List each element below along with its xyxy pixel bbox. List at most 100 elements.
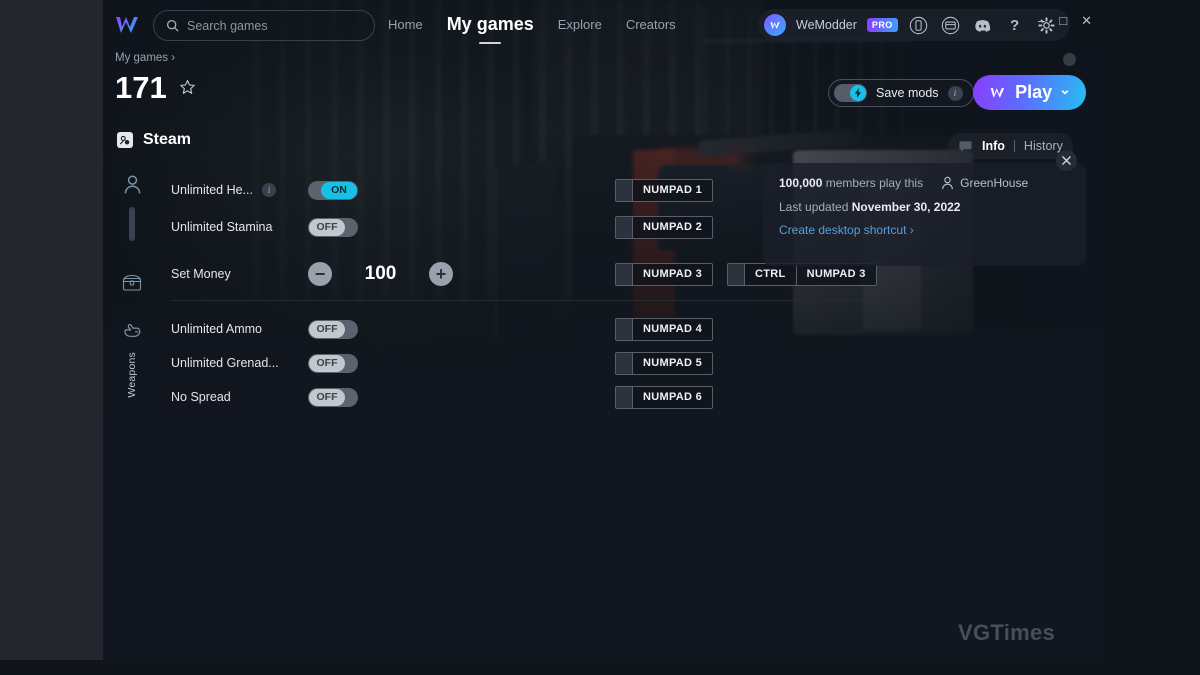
title-row: 171: [115, 72, 196, 103]
cheat-toggle[interactable]: OFF: [308, 387, 358, 407]
page-title: 171: [115, 70, 167, 105]
nav-item-home[interactable]: Home: [388, 17, 423, 34]
save-mods-switch[interactable]: [834, 84, 867, 102]
cheat-info-icon[interactable]: i: [261, 183, 276, 197]
window-panel-icon[interactable]: [940, 14, 962, 36]
minus-icon: −: [314, 264, 326, 284]
hotkey-list: NUMPAD 2: [615, 215, 714, 239]
platform-badge: Steam: [117, 131, 191, 149]
increment-button[interactable]: +: [429, 262, 453, 286]
hotkey-chip[interactable]: NUMPAD 6: [615, 385, 714, 409]
members-label: members play this: [825, 176, 924, 190]
hotkey-chip[interactable]: NUMPAD 2: [615, 215, 714, 239]
cheat-group-weapons: Weapons Unlimited Ammo OFF NUMPAD 4 Unli…: [103, 312, 1103, 422]
hotkey-grip[interactable]: [616, 352, 633, 374]
hotkey-chip[interactable]: NUMPAD 4: [615, 317, 714, 341]
cheat-toggle[interactable]: OFF: [308, 319, 358, 339]
account-name[interactable]: WeModder: [796, 18, 857, 32]
nav-item-explore[interactable]: Explore: [558, 17, 602, 34]
hotkey-chip[interactable]: NUMPAD 3: [615, 262, 714, 286]
hotkey-key: NUMPAD 6: [643, 391, 703, 403]
hotkey-grip[interactable]: [616, 216, 633, 238]
save-mods-info-icon[interactable]: i: [947, 85, 963, 101]
hotkey-list: NUMPAD 4: [615, 317, 714, 341]
hotkey-key: NUMPAD 3: [795, 263, 876, 285]
cheat-toggle[interactable]: ON: [308, 180, 358, 200]
hotkey-grip[interactable]: [616, 179, 633, 201]
chevron-down-icon[interactable]: ⌄: [1059, 81, 1071, 98]
cheat-toggle[interactable]: OFF: [308, 217, 358, 237]
decrement-button[interactable]: −: [308, 262, 332, 286]
plus-icon: +: [435, 264, 447, 284]
wemod-app-window: Policia Search games: [103, 0, 1103, 662]
maximize-button[interactable]: □: [1059, 14, 1067, 27]
close-button[interactable]: ✕: [1081, 14, 1092, 27]
create-desktop-shortcut-link[interactable]: Create desktop shortcut ›: [779, 223, 1070, 237]
cheat-label: Unlimited He... i: [171, 183, 276, 197]
game-info-panel: 100,000 members play this GreenHouse Las…: [763, 150, 1086, 266]
desktop-background: Policia Search games: [0, 0, 1200, 675]
hotkey-chip[interactable]: NUMPAD 5: [615, 351, 714, 375]
breadcrumb-my-games[interactable]: My games: [115, 52, 168, 64]
stepper-value: 100: [364, 263, 397, 284]
hotkey-key: NUMPAD 2: [643, 221, 703, 233]
chat-bubble-icon[interactable]: [958, 140, 973, 153]
cheat-row-unlimited-ammo[interactable]: Unlimited Ammo OFF NUMPAD 4: [103, 312, 1103, 346]
desktop-left-area: [0, 0, 103, 675]
toggle-knob: ON: [321, 181, 357, 199]
account-pill: WeModder PRO ?: [758, 9, 1070, 41]
hotkey-key: NUMPAD 3: [643, 268, 703, 280]
members-count-text: 100,000 members play this: [779, 176, 923, 190]
hotkey-grip[interactable]: [616, 263, 633, 285]
hotkey-key: NUMPAD 5: [643, 357, 703, 369]
hotkey-grip[interactable]: [616, 318, 633, 340]
play-label: Play: [1015, 82, 1053, 102]
top-bar: Search games Home My games Explore Creat…: [103, 0, 1103, 50]
wemod-avatar-icon[interactable]: [764, 14, 786, 36]
nav-item-creators[interactable]: Creators: [626, 17, 676, 34]
search-placeholder: Search games: [187, 18, 268, 33]
phone-panel-icon[interactable]: [908, 14, 930, 36]
wemod-logo-icon[interactable]: [113, 12, 143, 38]
save-mods-label: Save mods: [876, 86, 939, 100]
hotkey-list: NUMPAD 5: [615, 351, 714, 375]
tab-history[interactable]: History: [1024, 139, 1063, 153]
desktop-bottom-area: [0, 660, 1200, 675]
watermark: VGTimes: [958, 620, 1056, 645]
shortcut-chevron-icon: ›: [909, 223, 914, 237]
person-icon: [942, 176, 953, 190]
star-icon[interactable]: [179, 79, 196, 96]
hotkey-grip[interactable]: [728, 263, 746, 285]
scrollbar-thumb[interactable]: [1063, 53, 1076, 66]
tab-info[interactable]: Info: [982, 139, 1005, 153]
cheat-row-no-spread[interactable]: No Spread OFF NUMPAD 6: [103, 380, 1103, 414]
save-mods-toggle[interactable]: Save mods i: [828, 79, 974, 107]
close-icon[interactable]: [1056, 150, 1077, 171]
bolt-icon: [850, 85, 866, 101]
cheat-name: Unlimited Ammo: [171, 322, 262, 336]
hotkey-key: NUMPAD 4: [643, 323, 703, 335]
discord-icon[interactable]: [972, 14, 994, 36]
nav-item-my-games[interactable]: My games: [447, 14, 534, 37]
last-updated-label: Last updated: [779, 200, 849, 214]
hotkey-key: NUMPAD 1: [643, 184, 703, 196]
steam-icon: [117, 132, 133, 148]
tab-separator: [1013, 140, 1015, 152]
play-button[interactable]: Play ⌄: [973, 75, 1086, 110]
author-name[interactable]: GreenHouse: [960, 176, 1028, 190]
shortcut-link-label: Create desktop shortcut: [779, 223, 907, 237]
cheat-toggle[interactable]: OFF: [308, 353, 358, 373]
author-info[interactable]: GreenHouse: [941, 176, 1028, 190]
help-icon[interactable]: ?: [1004, 14, 1026, 36]
cheat-row-unlimited-grenades[interactable]: Unlimited Grenad... OFF NUMPAD 5: [103, 346, 1103, 380]
search-input[interactable]: Search games: [153, 10, 375, 41]
cheat-name: No Spread: [171, 390, 231, 404]
cheat-name: Unlimited Stamina: [171, 220, 273, 234]
hotkey-grip[interactable]: [616, 386, 633, 408]
search-icon: [166, 19, 179, 32]
section-divider: [171, 300, 861, 301]
breadcrumb[interactable]: My games ›: [115, 52, 175, 64]
hotkey-modifier: CTRL: [755, 268, 786, 280]
minimize-button[interactable]: –: [1038, 14, 1045, 27]
hotkey-chip[interactable]: NUMPAD 1: [615, 178, 714, 202]
